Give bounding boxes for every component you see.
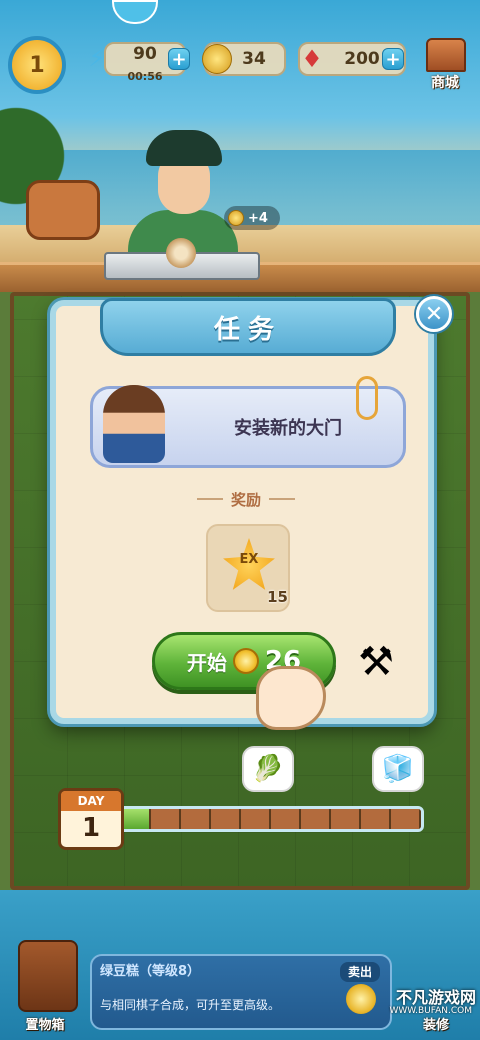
reward-header: 奖励 xyxy=(186,486,306,512)
player-level: 1 xyxy=(29,52,45,78)
modal-title-bar: 任务 xyxy=(100,298,396,356)
coin-icon xyxy=(200,42,234,76)
coin-icon xyxy=(228,210,244,226)
progress-segment xyxy=(271,809,301,829)
gold-popup: +4 xyxy=(224,206,280,230)
lightning-icon: ⚡ xyxy=(88,44,106,72)
close-icon: ✕ xyxy=(424,301,444,327)
modal-title: 任务 xyxy=(213,314,282,345)
item-info-panel: 绿豆糕（等级8） 与相同棋子合成，可升至更高级。 卖出 xyxy=(90,954,392,1030)
energy-value: 90 xyxy=(133,44,157,64)
reward-divider-left xyxy=(196,498,223,500)
pointer-hand-icon xyxy=(256,666,326,730)
add-energy-button[interactable]: + xyxy=(168,48,190,70)
ex-badge-text: EX xyxy=(239,552,259,567)
reward-divider-right xyxy=(269,498,295,500)
task-modal: 任务 ✕ 安装新的大门 奖励 EX 15 开始 26 ⚒ xyxy=(50,296,452,730)
progress-segment xyxy=(151,809,181,829)
player-level-badge[interactable]: 1 xyxy=(8,36,66,94)
crossed-tools-icon: ⚒ xyxy=(358,639,394,685)
progress-segment xyxy=(361,809,391,829)
order-board-icon[interactable] xyxy=(26,180,100,240)
sell-label[interactable]: 卖出 xyxy=(340,962,380,982)
watermark-text: 不凡游戏网 xyxy=(395,988,476,1007)
progress-segment xyxy=(181,809,211,829)
shop-label: 商城 xyxy=(431,75,459,91)
start-label: 开始 xyxy=(186,650,227,675)
progress-segment xyxy=(121,809,151,829)
coin-value: 34 xyxy=(242,49,266,69)
progress-segment xyxy=(331,809,361,829)
reward-count: 15 xyxy=(267,588,288,606)
storage-crate-label: 置物箱 xyxy=(25,1018,65,1033)
item-description: 与相同棋子合成，可升至更高级。 xyxy=(100,998,281,1012)
progress-segment xyxy=(301,809,331,829)
food-item-icon xyxy=(166,238,196,268)
day-calendar: DAY 1 xyxy=(58,788,124,850)
add-gems-button[interactable]: + xyxy=(382,48,404,70)
watermark-url: WWW.BUFAN.COM xyxy=(389,1006,472,1016)
day-label: DAY xyxy=(61,791,121,811)
gem-value: 200 xyxy=(344,49,380,69)
storage-crate-icon[interactable] xyxy=(18,940,78,1012)
reward-slot: EX 15 xyxy=(206,524,290,612)
gem-icon: ♦ xyxy=(301,45,323,73)
cooler-box-bubble-icon[interactable]: 🧊 xyxy=(372,746,424,792)
gold-popup-text: +4 xyxy=(248,210,268,226)
item-title: 绿豆糕（等级8） xyxy=(100,964,201,979)
close-button[interactable]: ✕ xyxy=(416,296,452,332)
day-number: 1 xyxy=(81,813,101,843)
shop-icon xyxy=(426,38,466,72)
customer-cap xyxy=(146,130,222,166)
shop-button[interactable]: 商城 xyxy=(418,38,472,94)
progress-segment xyxy=(241,809,271,829)
paperclip-icon xyxy=(356,376,378,420)
energy-timer: 00:56 xyxy=(127,70,163,83)
npc-avatar xyxy=(103,385,165,463)
progress-segment xyxy=(211,809,241,829)
day-progress-bar xyxy=(118,806,424,832)
progress-segment xyxy=(391,809,421,829)
reward-label: 奖励 xyxy=(230,490,261,509)
coin-icon xyxy=(232,648,259,674)
leek-bubble-icon[interactable]: 🥬 xyxy=(242,746,294,792)
